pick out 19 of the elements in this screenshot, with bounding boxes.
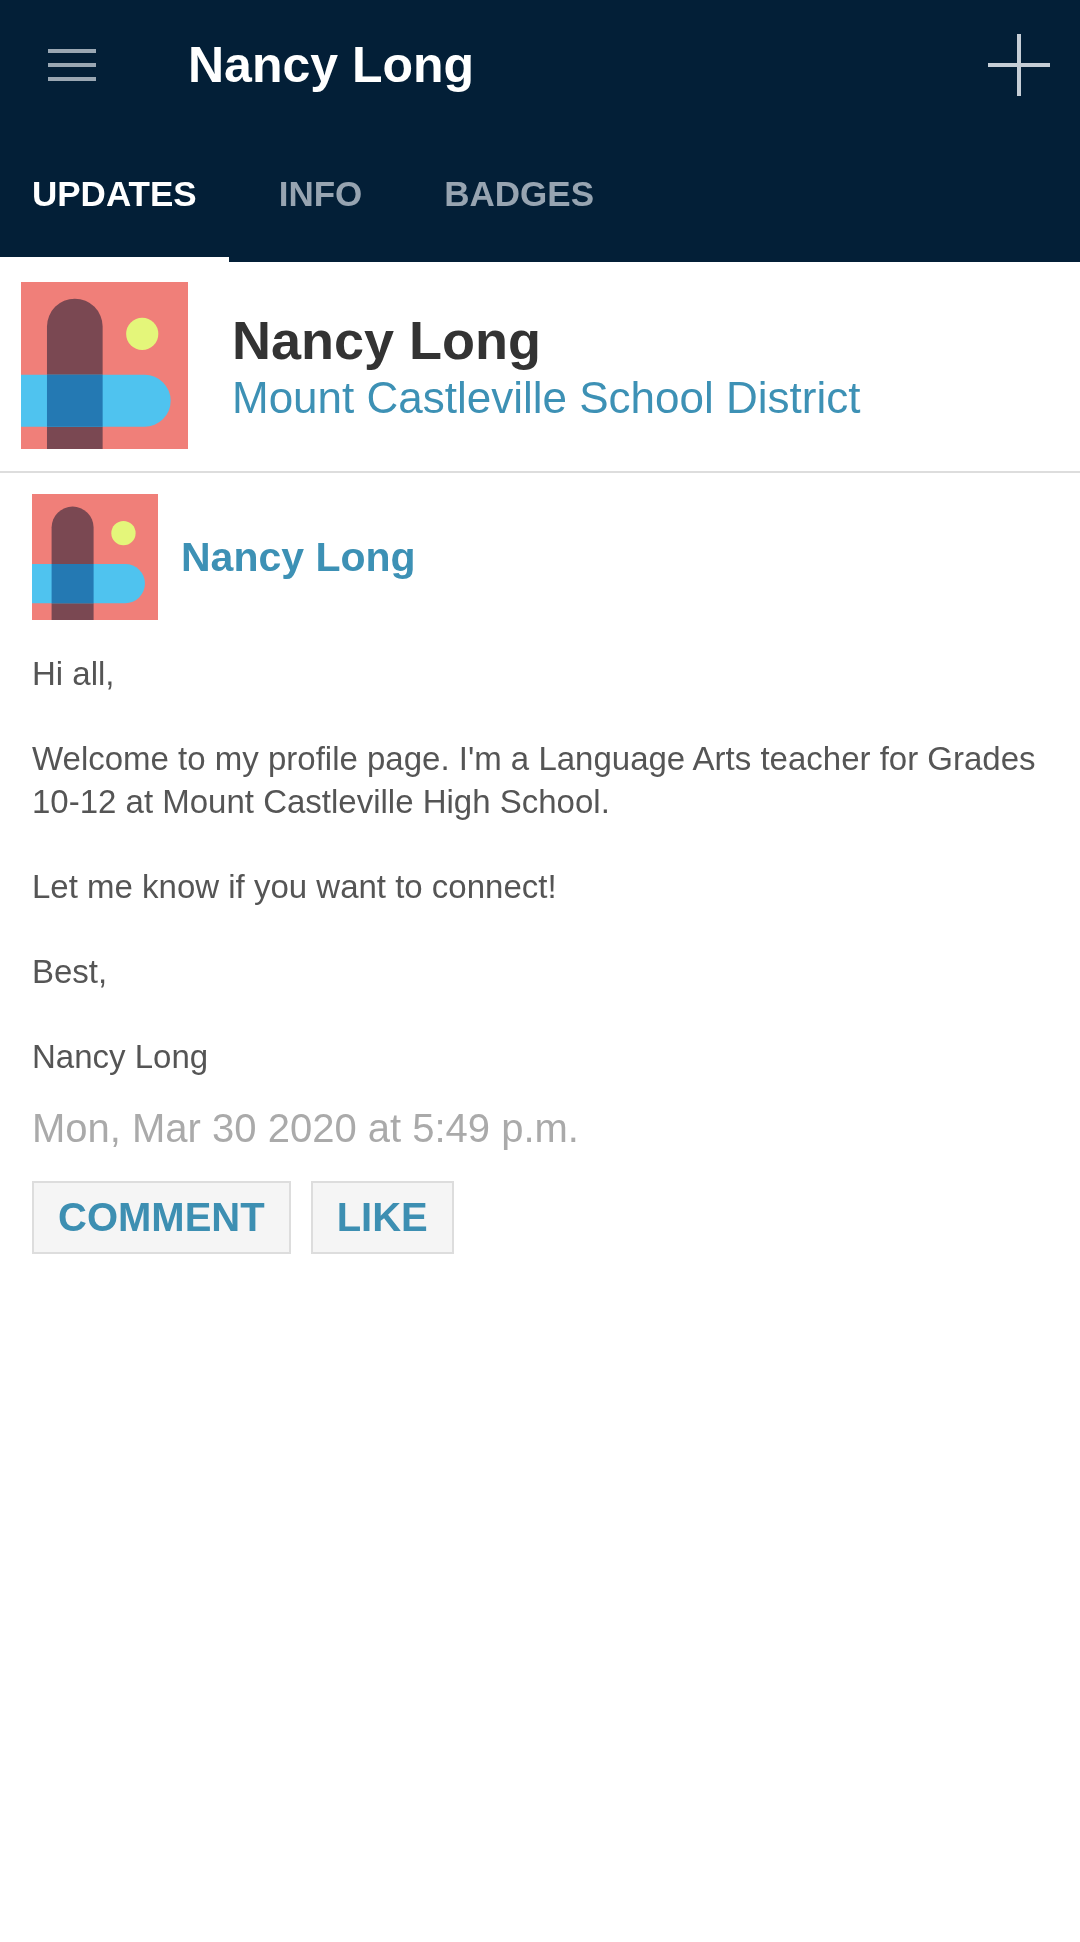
post-paragraph: Let me know if you want to connect!: [32, 867, 558, 907]
add-icon[interactable]: [988, 34, 1050, 96]
action-button[interactable]: LIKE: [310, 1181, 454, 1254]
organization-link[interactable]: Mount Castleville School District: [232, 372, 861, 423]
author-name[interactable]: Nancy Long: [181, 533, 416, 581]
post-paragraph: Welcome to my profile page. I'm a Language Arts teacher for Grades 10-12 at Mount Castleville High School.: [32, 739, 1037, 822]
post-paragraph: Hi all,: [32, 654, 116, 694]
tab[interactable]: INFO: [246, 130, 395, 262]
menu-icon[interactable]: [48, 49, 96, 81]
avatar-icon: [32, 494, 158, 620]
action-button[interactable]: COMMENT: [32, 1181, 291, 1254]
page-title: Nancy Long: [188, 36, 476, 94]
profile-name: Nancy Long: [232, 308, 543, 371]
post-paragraph: Nancy Long: [32, 1037, 210, 1077]
tab[interactable]: BADGES: [412, 130, 626, 262]
avatar-icon: [21, 282, 188, 449]
tab[interactable]: UPDATES: [0, 130, 229, 262]
post-paragraph: Best,: [32, 952, 109, 992]
post-timestamp: Mon, Mar 30 2020 at 5:49 p.m.: [32, 1106, 580, 1151]
